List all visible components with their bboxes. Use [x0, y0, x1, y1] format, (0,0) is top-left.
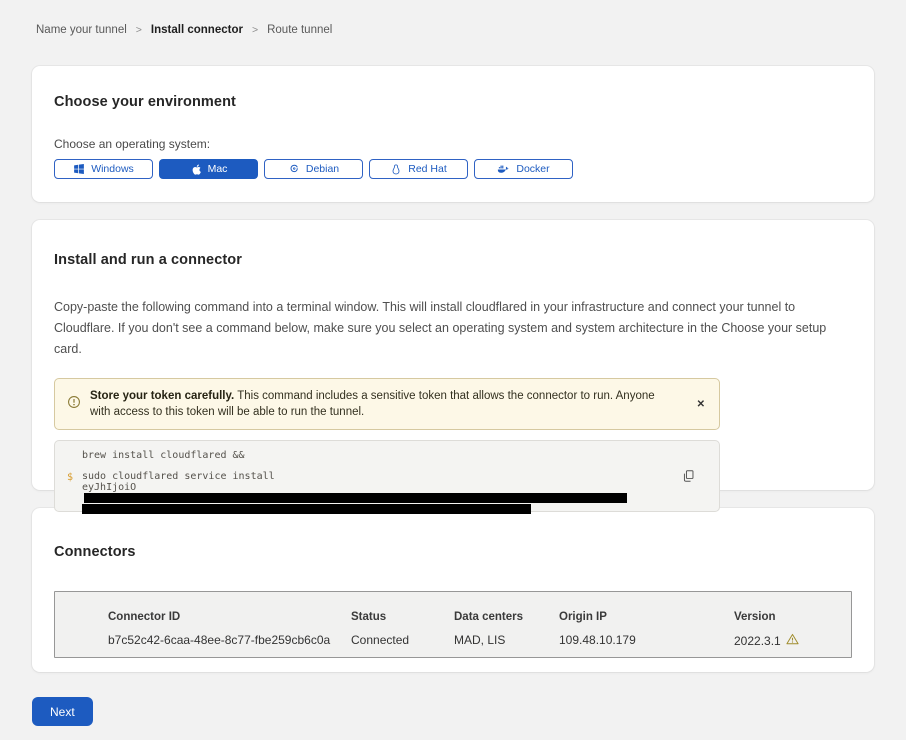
token-prefix: eyJhIjoiO: [82, 482, 136, 493]
warning-text: Store your token carefully. This command…: [90, 388, 655, 420]
code-line-sudo: sudo cloudflared service install: [82, 471, 679, 482]
code-line-token: eyJhIjoiO: [82, 482, 679, 504]
os-button-docker[interactable]: Docker: [474, 159, 573, 179]
os-button-debian[interactable]: Debian: [264, 159, 363, 179]
os-button-label: Mac: [208, 163, 228, 175]
breadcrumb-separator: >: [136, 24, 142, 36]
header-version: Version: [734, 611, 851, 623]
install-connector-card: Install and run a connector Copy-paste t…: [32, 220, 874, 490]
install-card-title: Install and run a connector: [54, 252, 852, 268]
docker-whale-icon: [497, 163, 510, 175]
os-button-label: Debian: [306, 163, 339, 175]
choose-environment-card: Choose your environment Choose an operat…: [32, 66, 874, 202]
code-line-token-2: [82, 504, 679, 515]
tunnel-setup-page: Name your tunnel > Install connector > R…: [0, 0, 906, 740]
version-value: 2022.3.1: [734, 633, 851, 648]
warning-triangle-icon: [786, 633, 799, 648]
connector-id-value: b7c52c42-6caa-48ee-8c77-fbe259cb6c0a: [108, 633, 351, 648]
os-button-label: Red Hat: [408, 163, 447, 175]
data-centers-value: MAD, LIS: [454, 633, 559, 648]
header-data-centers: Data centers: [454, 611, 559, 623]
environment-card-title: Choose your environment: [54, 94, 852, 110]
close-icon[interactable]: ✕: [695, 395, 707, 414]
breadcrumb-separator: >: [252, 24, 258, 36]
redacted-token-bar: [84, 493, 627, 503]
tux-penguin-icon: [390, 163, 402, 176]
os-button-group: Windows Mac Debian Red Hat: [54, 159, 852, 179]
shell-prompt: $: [67, 472, 73, 483]
windows-logo-icon: [73, 163, 85, 175]
connectors-card-title: Connectors: [54, 544, 852, 560]
origin-ip-value: 109.48.10.179: [559, 633, 734, 648]
install-command-code-block: $ brew install cloudflared && sudo cloud…: [54, 440, 720, 512]
status-badge: Connected: [351, 633, 454, 648]
version-number: 2022.3.1: [734, 634, 781, 648]
os-button-mac[interactable]: Mac: [159, 159, 258, 179]
breadcrumb: Name your tunnel > Install connector > R…: [32, 0, 874, 36]
header-origin-ip: Origin IP: [559, 611, 734, 623]
table-header-row: Connector ID Status Data centers Origin …: [108, 611, 851, 623]
os-button-redhat[interactable]: Red Hat: [369, 159, 468, 179]
connectors-table: Connector ID Status Data centers Origin …: [54, 591, 852, 658]
warning-title: Store your token carefully.: [90, 390, 234, 402]
header-connector-id: Connector ID: [108, 611, 351, 623]
table-row: b7c52c42-6caa-48ee-8c77-fbe259cb6c0a Con…: [108, 633, 851, 648]
breadcrumb-name-your-tunnel[interactable]: Name your tunnel: [36, 24, 127, 36]
alert-circle-icon: [67, 395, 81, 414]
os-button-label: Windows: [91, 163, 134, 175]
os-button-label: Docker: [516, 163, 549, 175]
connectors-card: Connectors Connector ID Status Data cent…: [32, 508, 874, 672]
copy-icon[interactable]: [680, 467, 697, 488]
token-warning-banner: Store your token carefully. This command…: [54, 378, 720, 430]
header-status: Status: [351, 611, 454, 623]
breadcrumb-route-tunnel[interactable]: Route tunnel: [267, 24, 332, 36]
apple-logo-icon: [190, 163, 202, 176]
install-description: Copy-paste the following command into a …: [54, 297, 852, 360]
next-button[interactable]: Next: [32, 697, 93, 726]
redacted-token-bar: [82, 504, 531, 514]
debian-swirl-icon: [288, 163, 300, 175]
breadcrumb-install-connector[interactable]: Install connector: [151, 24, 243, 36]
os-select-label: Choose an operating system:: [54, 137, 852, 151]
code-line-brew: brew install cloudflared &&: [82, 450, 679, 461]
os-button-windows[interactable]: Windows: [54, 159, 153, 179]
